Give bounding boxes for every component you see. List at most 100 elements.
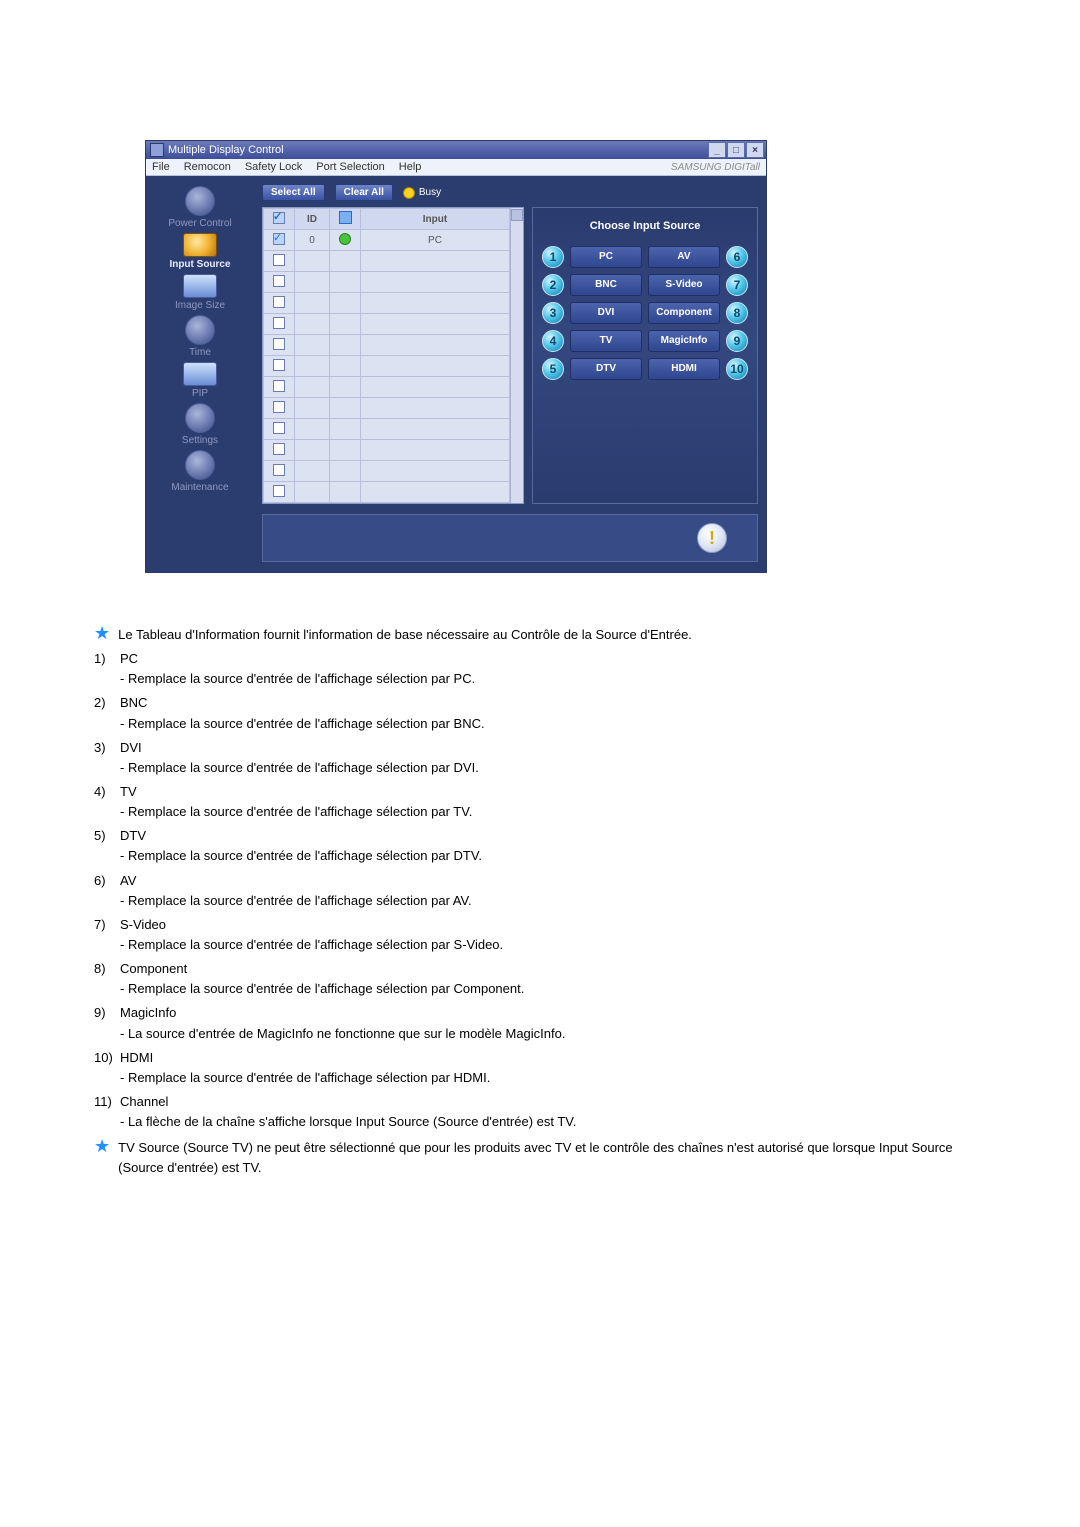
item-title: HDMI (120, 1048, 153, 1068)
titlebar: Multiple Display Control _ □ × (146, 141, 766, 159)
table-row[interactable] (264, 335, 510, 356)
menu-safety-lock[interactable]: Safety Lock (245, 161, 302, 173)
menu-file[interactable]: File (152, 161, 170, 173)
star-icon: ★ (94, 624, 110, 642)
star-icon: ★ (94, 1137, 110, 1155)
item-desc: - La source d'entrée de MagicInfo ne fon… (120, 1024, 1000, 1044)
source-button-s-video[interactable]: S-Video (648, 274, 720, 296)
scroll-up-icon[interactable] (511, 209, 523, 221)
row-check-icon[interactable] (273, 233, 285, 245)
item-desc: - Remplace la source d'entrée de l'affic… (120, 846, 1000, 866)
table-row[interactable] (264, 398, 510, 419)
input-source-icon (183, 233, 217, 257)
source-button-magicinfo[interactable]: MagicInfo (648, 330, 720, 352)
source-button-pc[interactable]: PC (570, 246, 642, 268)
nav-label: Image Size (175, 300, 225, 311)
item-number: 11) (94, 1092, 120, 1112)
minimize-button[interactable]: _ (708, 142, 726, 158)
table-row[interactable] (264, 419, 510, 440)
row-check-icon[interactable] (273, 380, 285, 392)
source-button-hdmi[interactable]: HDMI (648, 358, 720, 380)
nav-settings[interactable]: Settings (182, 403, 218, 446)
list-item: 3)DVI- Remplace la source d'entrée de l'… (94, 738, 1000, 778)
source-button-av[interactable]: AV (648, 246, 720, 268)
row-input (361, 314, 510, 335)
item-desc: - Remplace la source d'entrée de l'affic… (120, 758, 1000, 778)
row-check-icon[interactable] (273, 254, 285, 266)
item-desc: - Remplace la source d'entrée de l'affic… (120, 891, 1000, 911)
list-item: 5)DTV- Remplace la source d'entrée de l'… (94, 826, 1000, 866)
item-desc: - Remplace la source d'entrée de l'affic… (120, 802, 1000, 822)
list-item: 11)Channel- La flèche de la chaîne s'aff… (94, 1092, 1000, 1132)
item-title: DVI (120, 738, 142, 758)
item-title: Component (120, 959, 187, 979)
row-check-icon[interactable] (273, 464, 285, 476)
select-all-button[interactable]: Select All (262, 184, 325, 201)
table-row[interactable] (264, 293, 510, 314)
nav-pip[interactable]: PIP (183, 362, 217, 399)
close-button[interactable]: × (746, 142, 764, 158)
row-input (361, 482, 510, 503)
callout-number: 9 (726, 330, 748, 352)
busy-indicator: Busy (403, 187, 441, 199)
choose-input-source-panel: Choose Input Source 1PCAV62BNCS-Video73D… (532, 207, 758, 504)
maintenance-icon (185, 450, 215, 480)
scrollbar[interactable] (510, 208, 523, 503)
row-id (295, 461, 330, 482)
callout-number: 4 (542, 330, 564, 352)
list-item: 8)Component- Remplace la source d'entrée… (94, 959, 1000, 999)
table-row[interactable]: 0PC (264, 230, 510, 251)
table-row[interactable] (264, 356, 510, 377)
item-number: 2) (94, 693, 120, 713)
row-id (295, 482, 330, 503)
callout-number: 8 (726, 302, 748, 324)
table-row[interactable] (264, 272, 510, 293)
source-button-dvi[interactable]: DVI (570, 302, 642, 324)
row-id: 0 (295, 230, 330, 251)
list-item: 4)TV- Remplace la source d'entrée de l'a… (94, 782, 1000, 822)
clear-all-button[interactable]: Clear All (335, 184, 393, 201)
table-row[interactable] (264, 461, 510, 482)
settings-icon (185, 403, 215, 433)
nav-time[interactable]: Time (185, 315, 215, 358)
row-id (295, 293, 330, 314)
header-check-icon[interactable] (273, 212, 285, 224)
row-check-icon[interactable] (273, 317, 285, 329)
app-window: Multiple Display Control _ □ × File Remo… (145, 140, 767, 573)
col-id: ID (295, 209, 330, 230)
item-desc: - La flèche de la chaîne s'affiche lorsq… (120, 1112, 1000, 1132)
callout-number: 1 (542, 246, 564, 268)
table-row[interactable] (264, 482, 510, 503)
busy-dot-icon (403, 187, 415, 199)
table-row[interactable] (264, 377, 510, 398)
row-check-icon[interactable] (273, 443, 285, 455)
source-button-component[interactable]: Component (648, 302, 720, 324)
nav-image-size[interactable]: Image Size (175, 274, 225, 311)
image-size-icon (183, 274, 217, 298)
nav-maintenance[interactable]: Maintenance (171, 450, 228, 493)
item-title: Channel (120, 1092, 168, 1112)
table-row[interactable] (264, 440, 510, 461)
maximize-button[interactable]: □ (727, 142, 745, 158)
list-item: 9)MagicInfo- La source d'entrée de Magic… (94, 1003, 1000, 1043)
item-number: 1) (94, 649, 120, 669)
row-check-icon[interactable] (273, 401, 285, 413)
nav-power-control[interactable]: Power Control (168, 186, 231, 229)
source-button-bnc[interactable]: BNC (570, 274, 642, 296)
row-check-icon[interactable] (273, 485, 285, 497)
source-button-dtv[interactable]: DTV (570, 358, 642, 380)
table-row[interactable] (264, 251, 510, 272)
menu-remocon[interactable]: Remocon (184, 161, 231, 173)
item-number: 7) (94, 915, 120, 935)
row-check-icon[interactable] (273, 275, 285, 287)
help-text: ★ Le Tableau d'Information fournit l'inf… (94, 625, 1000, 1179)
row-check-icon[interactable] (273, 338, 285, 350)
row-check-icon[interactable] (273, 422, 285, 434)
menu-port-selection[interactable]: Port Selection (316, 161, 384, 173)
row-check-icon[interactable] (273, 296, 285, 308)
row-check-icon[interactable] (273, 359, 285, 371)
menu-help[interactable]: Help (399, 161, 422, 173)
nav-input-source[interactable]: Input Source (169, 233, 230, 270)
table-row[interactable] (264, 314, 510, 335)
source-button-tv[interactable]: TV (570, 330, 642, 352)
